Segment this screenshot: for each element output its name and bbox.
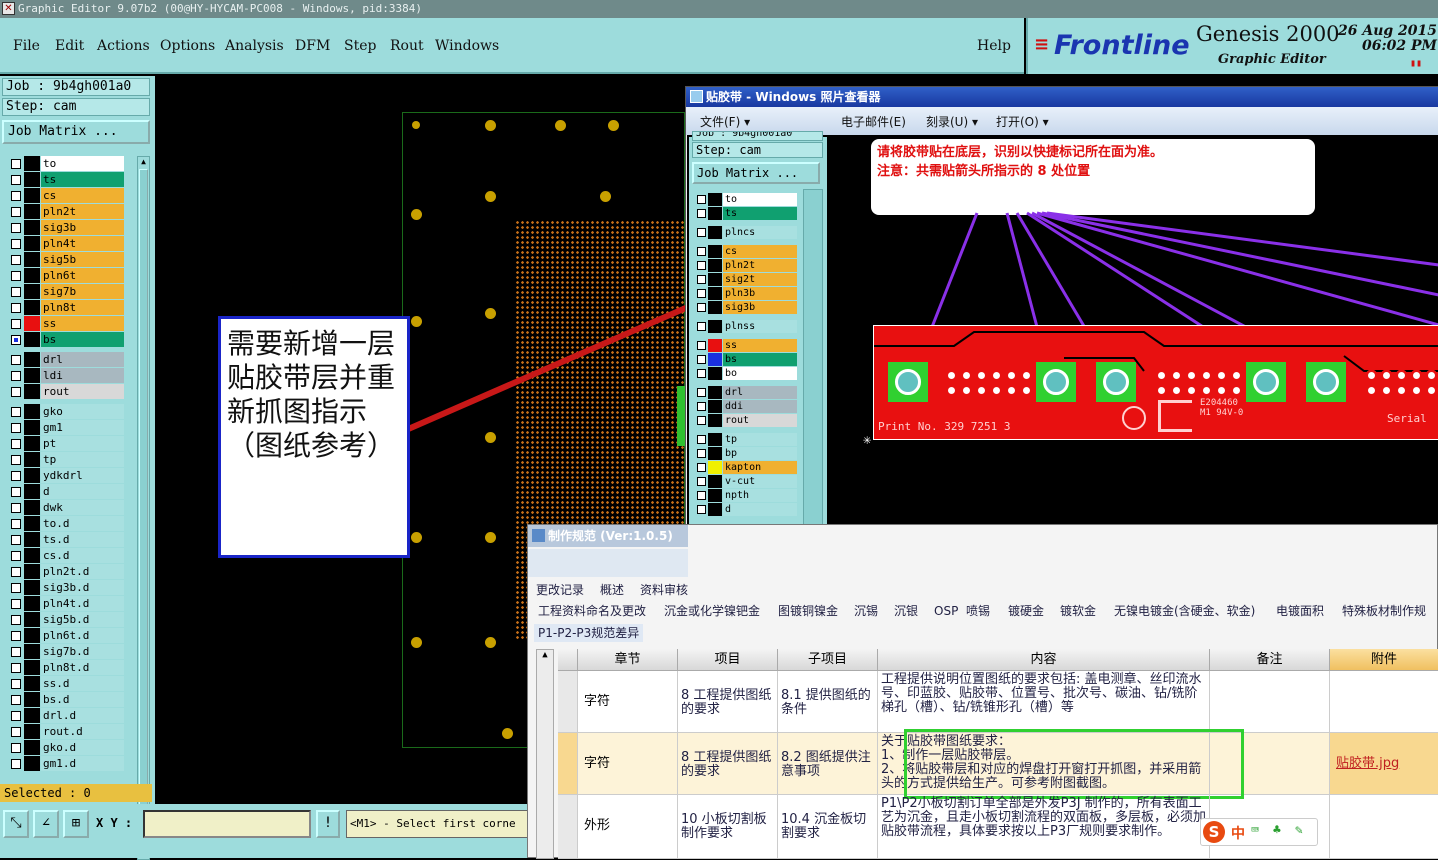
spec-title: 制作规范 (Ver:1.0.5) xyxy=(528,525,688,547)
viewer-app-icon xyxy=(690,90,703,103)
ime-toolbar: S 中 ⌨ ♣ ✎ xyxy=(1200,818,1318,846)
tab-hasl[interactable]: 喷锡 xyxy=(966,602,990,620)
pcb-image: Print No. 329 7251 3 Serial E204460 M1 9… xyxy=(873,325,1438,440)
spec-scroll-up-icon[interactable]: ▲ xyxy=(537,650,553,660)
tab-naming[interactable]: 工程资料命名及更改 xyxy=(538,602,646,620)
row-header[interactable] xyxy=(558,733,578,795)
cell-item: 8 工程提供图纸的要求 xyxy=(678,671,778,733)
cell-remark xyxy=(1210,671,1330,733)
col-subitem[interactable]: 子项目 xyxy=(778,649,878,671)
viewer-menu-open[interactable]: 打开(O) ▾ xyxy=(996,113,1049,130)
keyboard-icon[interactable]: ⌨ xyxy=(1251,823,1259,838)
tab-hard-gold[interactable]: 镀硬金 xyxy=(1008,602,1044,620)
viewer-title: 贴胶带 - Windows 照片查看器 xyxy=(686,87,1438,107)
row-header[interactable] xyxy=(558,671,578,733)
viewer-menu-file[interactable]: 文件(F) ▾ xyxy=(700,113,750,130)
row-header-corner xyxy=(558,649,578,671)
ime-mode[interactable]: 中 xyxy=(1231,823,1245,843)
tab-overview[interactable]: 概述 xyxy=(600,581,624,599)
pcb-ul-rating: M1 94V-0 xyxy=(1200,408,1244,418)
cell-subitem: 8.1 提供图纸的条件 xyxy=(778,671,878,733)
pb-logo-icon xyxy=(1122,406,1146,430)
attachment-link[interactable]: 贴胶带.jpg xyxy=(1330,733,1438,795)
cell-subitem: 10.4 沉金板切割要求 xyxy=(778,795,878,859)
small-pads xyxy=(1364,368,1438,398)
tab-nickel-free-gold[interactable]: 无镍电镀金(含硬金、软金) xyxy=(1114,602,1255,620)
col-remark[interactable]: 备注 xyxy=(1210,649,1330,671)
tab-review[interactable]: 资料审核 xyxy=(640,581,688,599)
cell-subitem: 8.2 图纸提供注意事项 xyxy=(778,733,878,795)
pcb-print-number: Print No. 329 7251 3 xyxy=(878,420,1011,433)
viewer-menu-email[interactable]: 电子邮件(E) xyxy=(841,113,906,130)
tab-p1-p2-p3[interactable]: P1-P2-P3规范差异 xyxy=(534,624,644,642)
tab-copper-nickel-gold[interactable]: 图镀铜镍金 xyxy=(778,602,838,620)
viewer-menu-burn[interactable]: 刻录(U) ▾ xyxy=(926,113,978,130)
cell-chapter: 字符 xyxy=(578,671,678,733)
pcb-ul-number: E204460 xyxy=(1200,398,1238,408)
tab-change-log[interactable]: 更改记录 xyxy=(536,581,584,599)
cell-item: 8 工程提供图纸的要求 xyxy=(678,733,778,795)
small-pads xyxy=(944,368,1034,398)
tab-immersion-tin[interactable]: 沉锡 xyxy=(854,602,878,620)
cell-attachment xyxy=(1330,795,1438,859)
green-pad xyxy=(1306,362,1346,402)
col-item[interactable]: 项目 xyxy=(678,649,778,671)
col-content[interactable]: 内容 xyxy=(878,649,1210,671)
tab-plating-area[interactable]: 电镀面积 xyxy=(1276,602,1324,620)
cell-content: P1\P2小板切割订单全部是外发P3J 制作的，所有表面工艺为沉金，且走小板切割… xyxy=(878,795,1210,859)
tab-osp[interactable]: OSP xyxy=(934,602,958,620)
spec-scrollbar[interactable]: ▲ xyxy=(536,649,554,859)
spec-toolbar xyxy=(528,549,688,577)
col-attachment[interactable]: 附件 xyxy=(1330,649,1438,671)
green-pad xyxy=(1036,362,1076,402)
cell-chapter: 字符 xyxy=(578,733,678,795)
cell-content: 工程提供说明位置图纸的要求包括: 盖电测章、丝印流水号、印蓝胶、贴胶带、位置号、… xyxy=(878,671,1210,733)
pcb-serial: Serial xyxy=(1387,412,1427,425)
tshirt-icon[interactable]: ♣ xyxy=(1273,823,1281,838)
green-pad xyxy=(1246,362,1286,402)
cell-attachment xyxy=(1330,671,1438,733)
callout-note: 需要新增一层贴胶带层并重新抓图指示（图纸参考） xyxy=(218,316,410,558)
sogou-s-icon[interactable]: S xyxy=(1203,821,1225,843)
tab-enig[interactable]: 沉金或化学镍钯金 xyxy=(664,602,760,620)
cell-chapter: 外形 xyxy=(578,795,678,859)
cell-item: 10 小板切割板制作要求 xyxy=(678,795,778,859)
brand-logo-icon xyxy=(1158,400,1192,432)
col-chapter[interactable]: 章节 xyxy=(578,649,678,671)
green-highlight-box xyxy=(904,729,1244,799)
tab-soft-gold[interactable]: 镀软金 xyxy=(1060,602,1096,620)
wrench-icon[interactable]: ✎ xyxy=(1295,823,1303,838)
crosshair-icon: ✳ xyxy=(863,432,872,448)
tab-special-material[interactable]: 特殊板材制作规 xyxy=(1342,602,1426,620)
small-pads xyxy=(1154,368,1244,398)
row-header[interactable] xyxy=(558,795,578,859)
green-pad xyxy=(1096,362,1136,402)
tab-immersion-silver[interactable]: 沉银 xyxy=(894,602,918,620)
spec-app-icon xyxy=(532,529,545,542)
spec-window: 制作规范 (Ver:1.0.5) 更改记录 概述 资料审核 工程资料命名及更改 … xyxy=(527,524,1438,859)
green-pad xyxy=(888,362,928,402)
viewer-image: Job : 9b4gh001a0 Step: cam Job Matrix ..… xyxy=(687,131,1438,585)
